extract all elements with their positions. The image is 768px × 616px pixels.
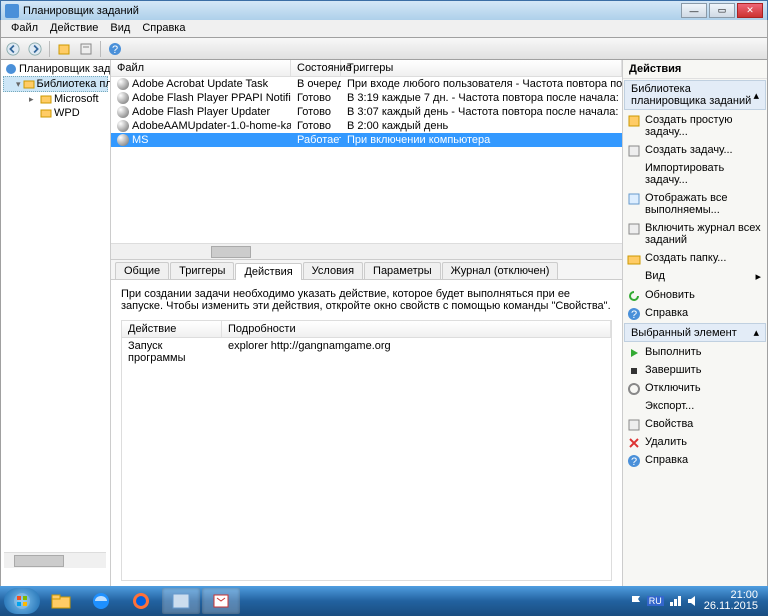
action-properties[interactable]: Свойства <box>623 415 767 433</box>
tb-taskscheduler-icon[interactable] <box>162 588 200 614</box>
tab-triggers[interactable]: Триггеры <box>170 262 234 279</box>
tray-sound-icon[interactable] <box>686 594 700 608</box>
action-enable-log[interactable]: Включить журнал всех заданий <box>623 219 767 249</box>
action-view[interactable]: Вид▸ <box>623 267 767 286</box>
dcol-action[interactable]: Действие <box>122 321 222 337</box>
tray-flag-icon[interactable] <box>629 594 643 608</box>
tree-microsoft[interactable]: ▸Microsoft <box>3 92 108 106</box>
tray-lang[interactable]: RU <box>647 596 664 606</box>
svg-text:?: ? <box>112 44 118 56</box>
action-run[interactable]: Выполнить <box>623 343 767 361</box>
task-icon <box>117 78 129 90</box>
dcol-details[interactable]: Подробности <box>222 321 611 337</box>
col-state[interactable]: Состояние <box>291 60 341 76</box>
details-table: Действие Подробности Запуск программы ex… <box>121 320 612 581</box>
action-new-folder[interactable]: Создать папку... <box>623 249 767 267</box>
task-list-header: Файл Состояние Триггеры <box>111 60 622 77</box>
toolbar-help-icon[interactable]: ? <box>105 40 125 58</box>
taskbar: RU 21:0026.11.2015 <box>0 586 768 616</box>
window-title: Планировщик заданий <box>23 5 681 17</box>
action-create-basic[interactable]: Создать простую задачу... <box>623 111 767 141</box>
toolbar-icon-2[interactable] <box>76 40 96 58</box>
collapse-icon: ▴ <box>753 89 759 102</box>
action-help-2[interactable]: ?Справка <box>623 451 767 469</box>
svg-text:?: ? <box>631 456 637 468</box>
forward-button[interactable] <box>25 40 45 58</box>
menu-file[interactable]: Файл <box>5 20 44 37</box>
tb-ie-icon[interactable] <box>82 588 120 614</box>
details-pane: При создании задачи необходимо указать д… <box>111 280 622 589</box>
tree-root[interactable]: Планировщик заданий (Лок <box>3 62 108 76</box>
menubar: Файл Действие Вид Справка <box>0 20 768 38</box>
task-row[interactable]: Adobe Flash Player PPAPI NotifierГотовоВ… <box>111 91 622 105</box>
svg-text:?: ? <box>631 309 637 321</box>
task-list: Файл Состояние Триггеры Adobe Acrobat Up… <box>111 60 622 260</box>
toolbar: ? <box>0 38 768 60</box>
tasklist-hscroll[interactable] <box>111 243 622 259</box>
tree-library[interactable]: ▾Библиотека планировщ <box>3 76 108 92</box>
task-row[interactable]: Adobe Acrobat Update TaskВ очередиПри вх… <box>111 77 622 91</box>
menu-action[interactable]: Действие <box>44 20 104 37</box>
tab-general[interactable]: Общие <box>115 262 169 279</box>
close-button[interactable]: ✕ <box>737 3 763 18</box>
center-panel: Файл Состояние Триггеры Adobe Acrobat Up… <box>111 60 622 589</box>
maximize-button[interactable]: ▭ <box>709 3 735 18</box>
details-row[interactable]: Запуск программы explorer http://gangnam… <box>122 338 611 366</box>
system-tray: RU 21:0026.11.2015 <box>629 590 764 612</box>
tab-actions[interactable]: Действия <box>235 263 301 280</box>
task-list-body: Adobe Acrobat Update TaskВ очередиПри вх… <box>111 77 622 243</box>
back-button[interactable] <box>3 40 23 58</box>
col-file[interactable]: Файл <box>111 60 291 76</box>
actions-panel: Действия Библиотека планировщика заданий… <box>622 60 767 589</box>
details-tabs: Общие Триггеры Действия Условия Параметр… <box>111 260 622 280</box>
tb-firefox-icon[interactable] <box>122 588 160 614</box>
tb-explorer-icon[interactable] <box>42 588 80 614</box>
titlebar: Планировщик заданий — ▭ ✕ <box>0 0 768 20</box>
action-help[interactable]: ?Справка <box>623 304 767 322</box>
actions-group-library[interactable]: Библиотека планировщика заданий▴ <box>624 80 766 110</box>
submenu-arrow-icon: ▸ <box>755 270 761 283</box>
action-show-running[interactable]: Отображать все выполняемы... <box>623 189 767 219</box>
task-icon <box>117 120 129 132</box>
task-icon <box>117 134 129 146</box>
tab-journal[interactable]: Журнал (отключен) <box>442 262 559 279</box>
action-export[interactable]: Экспорт... <box>623 397 767 415</box>
tray-clock[interactable]: 21:0026.11.2015 <box>704 590 758 612</box>
tree-panel: Планировщик заданий (Лок ▾Библиотека пла… <box>1 60 111 589</box>
action-disable[interactable]: Отключить <box>623 379 767 397</box>
tab-conditions[interactable]: Условия <box>303 262 363 279</box>
toolbar-icon-1[interactable] <box>54 40 74 58</box>
tree-wpd[interactable]: WPD <box>3 106 108 120</box>
action-create-task[interactable]: Создать задачу... <box>623 141 767 159</box>
tb-app-icon[interactable] <box>202 588 240 614</box>
menu-view[interactable]: Вид <box>104 20 136 37</box>
menu-help[interactable]: Справка <box>136 20 191 37</box>
task-row-selected[interactable]: MSРаботаетПри включении компьютера <box>111 133 622 147</box>
details-note: При создании задачи необходимо указать д… <box>121 288 612 312</box>
action-import[interactable]: Импортировать задачу... <box>623 159 767 189</box>
tray-network-icon[interactable] <box>668 594 682 608</box>
actions-title: Действия <box>623 60 767 79</box>
app-icon <box>5 4 19 18</box>
action-delete[interactable]: Удалить <box>623 433 767 451</box>
tree-hscroll[interactable] <box>4 552 106 568</box>
task-icon <box>117 106 129 118</box>
minimize-button[interactable]: — <box>681 3 707 18</box>
task-row[interactable]: AdobeAAMUpdater-1.0-home-kasГотовоВ 2:00… <box>111 119 622 133</box>
action-end[interactable]: Завершить <box>623 361 767 379</box>
col-triggers[interactable]: Триггеры <box>341 60 622 76</box>
action-refresh[interactable]: Обновить <box>623 286 767 304</box>
collapse-icon: ▴ <box>753 326 759 339</box>
task-icon <box>117 92 129 104</box>
task-row[interactable]: Adobe Flash Player UpdaterГотовоВ 3:07 к… <box>111 105 622 119</box>
actions-group-selected[interactable]: Выбранный элемент▴ <box>624 323 766 342</box>
tab-params[interactable]: Параметры <box>364 262 441 279</box>
start-button[interactable] <box>4 588 40 614</box>
